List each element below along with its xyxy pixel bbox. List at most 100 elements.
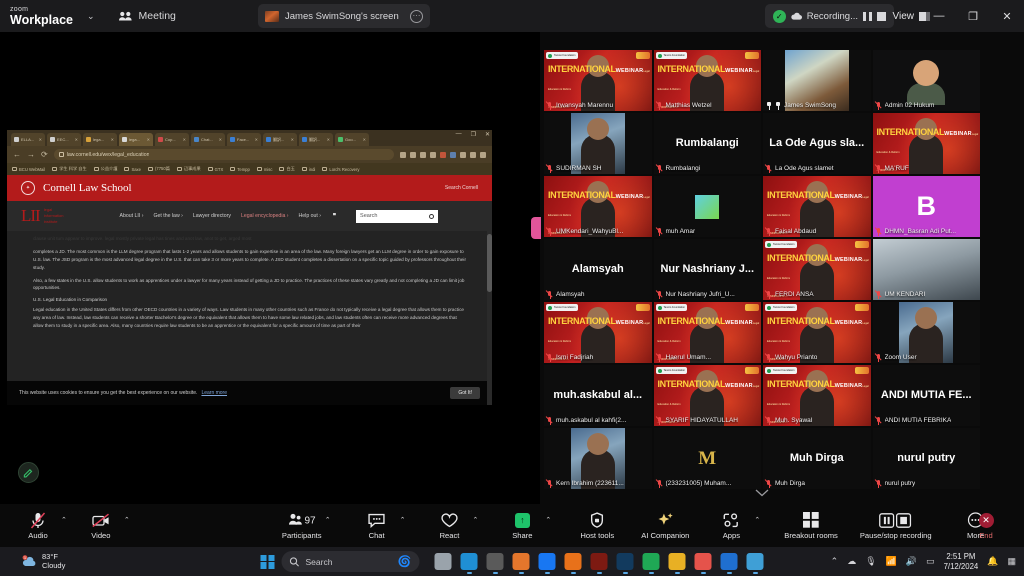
participant-tile[interactable]: muh Amar bbox=[653, 176, 761, 237]
bookmark-star-icon[interactable] bbox=[410, 151, 416, 158]
bookmark-item[interactable]: 学生 科学 自生 bbox=[52, 166, 87, 172]
tab-close-icon[interactable]: ✕ bbox=[291, 137, 294, 142]
participant-tile[interactable]: INTERNATIONALWEBINARLegal Education & Re… bbox=[544, 50, 652, 111]
participant-tile[interactable]: B DHMN_Basran Adi Put... bbox=[872, 176, 980, 237]
lii-nav-item[interactable]: About LII › bbox=[120, 213, 144, 219]
zoom-icon[interactable] bbox=[720, 553, 738, 570]
participant-tile[interactable]: INTERNATIONALWEBINARLegal Education & Re… bbox=[872, 113, 980, 174]
browser-tab[interactable]: Chat... ✕ bbox=[191, 133, 225, 146]
participant-tile[interactable]: UM KENDARI bbox=[872, 239, 980, 300]
illustrator-icon[interactable] bbox=[590, 553, 608, 570]
lii-logo[interactable]: LII bbox=[21, 206, 41, 226]
participant-tile[interactable]: muh.askabul al... muh.askabul al kahfi(2.… bbox=[544, 365, 652, 426]
chevron-up-icon[interactable]: ⌃ bbox=[831, 556, 839, 567]
pause-stop-recording-button[interactable]: Pause/stop recording bbox=[860, 512, 932, 540]
tab-close-icon[interactable]: ✕ bbox=[183, 137, 186, 142]
participant-tile[interactable]: Kern Ibrahim (223611... bbox=[544, 428, 652, 489]
lii-search-box[interactable]: Search bbox=[356, 209, 439, 223]
browser-tab[interactable]: lega... ✕ bbox=[83, 133, 117, 146]
extension-icon-1[interactable] bbox=[400, 151, 406, 158]
pause-recording-icon[interactable] bbox=[863, 11, 872, 21]
chat-chevron-up-icon[interactable]: ⌃ bbox=[400, 516, 406, 524]
imo-icon[interactable] bbox=[512, 553, 530, 570]
participant-tile[interactable]: Zoom User bbox=[872, 302, 980, 363]
browser-tab[interactable]: EEC... ✕ bbox=[47, 133, 81, 146]
tab-close-icon[interactable]: ✕ bbox=[327, 137, 330, 142]
lii-nav-item[interactable]: Lawyer directory bbox=[193, 213, 231, 219]
ai-companion-button[interactable]: AI Companion bbox=[641, 512, 689, 540]
notes-icon[interactable] bbox=[746, 553, 764, 570]
maximize-button[interactable]: ❐ bbox=[956, 0, 990, 32]
browser-tab[interactable]: Face... ✕ bbox=[227, 133, 261, 146]
widgets-icon[interactable]: ▦ bbox=[1007, 556, 1016, 567]
participant-tile[interactable]: INTERNATIONALWEBINARLegal Education & Re… bbox=[763, 365, 871, 426]
task-view-icon[interactable] bbox=[434, 553, 452, 570]
chrome-icon[interactable] bbox=[694, 553, 712, 570]
participant-tile[interactable]: nurul putry nurul putry bbox=[872, 428, 980, 489]
side-feedback-tab[interactable] bbox=[531, 217, 541, 239]
participant-tile[interactable]: Rumbalangi Rumbalangi bbox=[653, 113, 761, 174]
stop-recording-icon[interactable] bbox=[877, 11, 886, 21]
share-chevron-up-icon[interactable]: ⌃ bbox=[545, 516, 551, 524]
end-meeting-button[interactable]: ✕ End bbox=[966, 512, 1006, 540]
forward-icon[interactable]: → bbox=[27, 150, 35, 159]
whatsapp-icon[interactable] bbox=[642, 553, 660, 570]
audio-button[interactable]: Audio bbox=[18, 512, 58, 540]
participant-tile[interactable]: La Ode Agus sla... La Ode Agus slamet bbox=[763, 113, 871, 174]
shareit-icon[interactable] bbox=[486, 553, 504, 570]
shared-screen-pill[interactable]: James SwimSong's screen ⋯ bbox=[258, 4, 430, 28]
browser-tab[interactable]: 翻訳... ✕ bbox=[263, 133, 297, 146]
bookmark-item[interactable]: GTX bbox=[207, 167, 223, 172]
participant-tile[interactable]: INTERNATIONALWEBINARLegal Education & Re… bbox=[653, 302, 761, 363]
participant-tile[interactable]: ANDI MUTIA FE... ANDI MUTIA FEBRIKA bbox=[872, 365, 980, 426]
edge-icon[interactable] bbox=[460, 553, 478, 570]
cookie-learn-more-link[interactable]: Learn more bbox=[201, 390, 227, 396]
gallery-next-page-button[interactable] bbox=[544, 486, 980, 500]
microphone-icon[interactable]: 🎙 bbox=[865, 556, 876, 567]
tab-close-icon[interactable]: ✕ bbox=[363, 137, 366, 142]
apps-grid-icon[interactable] bbox=[333, 212, 336, 216]
bell-icon[interactable]: 🔔 bbox=[987, 556, 998, 567]
browser-maximize-icon[interactable]: ❐ bbox=[471, 131, 476, 138]
tab-close-icon[interactable]: ✕ bbox=[39, 137, 42, 142]
participant-tile[interactable]: INTERNATIONALWEBINARLegal Education & Re… bbox=[653, 365, 761, 426]
browser-menu-icon[interactable] bbox=[480, 151, 486, 158]
browser-tab[interactable]: lega... ✕ bbox=[119, 133, 153, 146]
battery-icon[interactable]: ▭ bbox=[926, 556, 935, 567]
participant-tile[interactable]: INTERNATIONALWEBINARLegal Education & Re… bbox=[544, 302, 652, 363]
lii-nav-item[interactable]: Help out › bbox=[299, 213, 322, 219]
participant-tile[interactable]: Nur Nashriany J... Nur Nashriany Jufri_U.… bbox=[653, 239, 761, 300]
browser-tab[interactable]: Cop... ✕ bbox=[155, 133, 189, 146]
bookmark-item[interactable]: 白玉 bbox=[279, 166, 295, 172]
extension-icon-3[interactable] bbox=[430, 151, 436, 158]
more-horizontal-icon[interactable]: ⋯ bbox=[410, 9, 423, 23]
participant-tile[interactable]: James SwimSong bbox=[763, 50, 871, 111]
clock[interactable]: 2:51 PM 7/12/2024 bbox=[944, 552, 979, 571]
chat-button[interactable]: Chat bbox=[357, 512, 397, 540]
participant-tile[interactable]: INTERNATIONALWEBINARLegal Education & Re… bbox=[763, 302, 871, 363]
bookmark-item[interactable]: Lord's Recovery bbox=[322, 167, 360, 172]
back-icon[interactable]: ← bbox=[13, 150, 21, 159]
participant-tile[interactable]: INTERNATIONALWEBINARLegal Education & Re… bbox=[763, 239, 871, 300]
photoshop-icon[interactable] bbox=[616, 553, 634, 570]
react-button[interactable]: React bbox=[430, 512, 470, 540]
tab-close-icon[interactable]: ✕ bbox=[147, 137, 150, 142]
volume-icon[interactable]: 🔊 bbox=[906, 556, 917, 567]
close-button[interactable]: ✕ bbox=[990, 0, 1024, 32]
file-explorer-icon[interactable] bbox=[668, 553, 686, 570]
participant-tile[interactable]: M (233231005) Muham... bbox=[653, 428, 761, 489]
cookie-accept-button[interactable]: Got It! bbox=[450, 387, 480, 399]
extension-icon-2[interactable] bbox=[420, 151, 426, 158]
breakout-rooms-button[interactable]: Breakout rooms bbox=[784, 512, 838, 540]
apps-button[interactable]: Apps bbox=[711, 512, 751, 540]
firefox-icon[interactable] bbox=[564, 553, 582, 570]
bookmark-item[interactable]: 辺事成果 bbox=[176, 166, 201, 172]
participant-tile[interactable]: INTERNATIONALWEBINARLegal Education & Re… bbox=[653, 50, 761, 111]
page-scrollbar[interactable] bbox=[487, 220, 492, 405]
browser-minimize-icon[interactable]: — bbox=[456, 131, 462, 138]
bookmark-item[interactable]: misc bbox=[256, 167, 272, 172]
extension-icon-4[interactable] bbox=[440, 151, 446, 158]
address-bar[interactable]: law.cornell.edu/wex/legal_education bbox=[53, 149, 394, 160]
meeting-tab[interactable]: Meeting bbox=[118, 10, 176, 22]
bookmark-item[interactable]: BCU WebMail bbox=[12, 167, 45, 172]
